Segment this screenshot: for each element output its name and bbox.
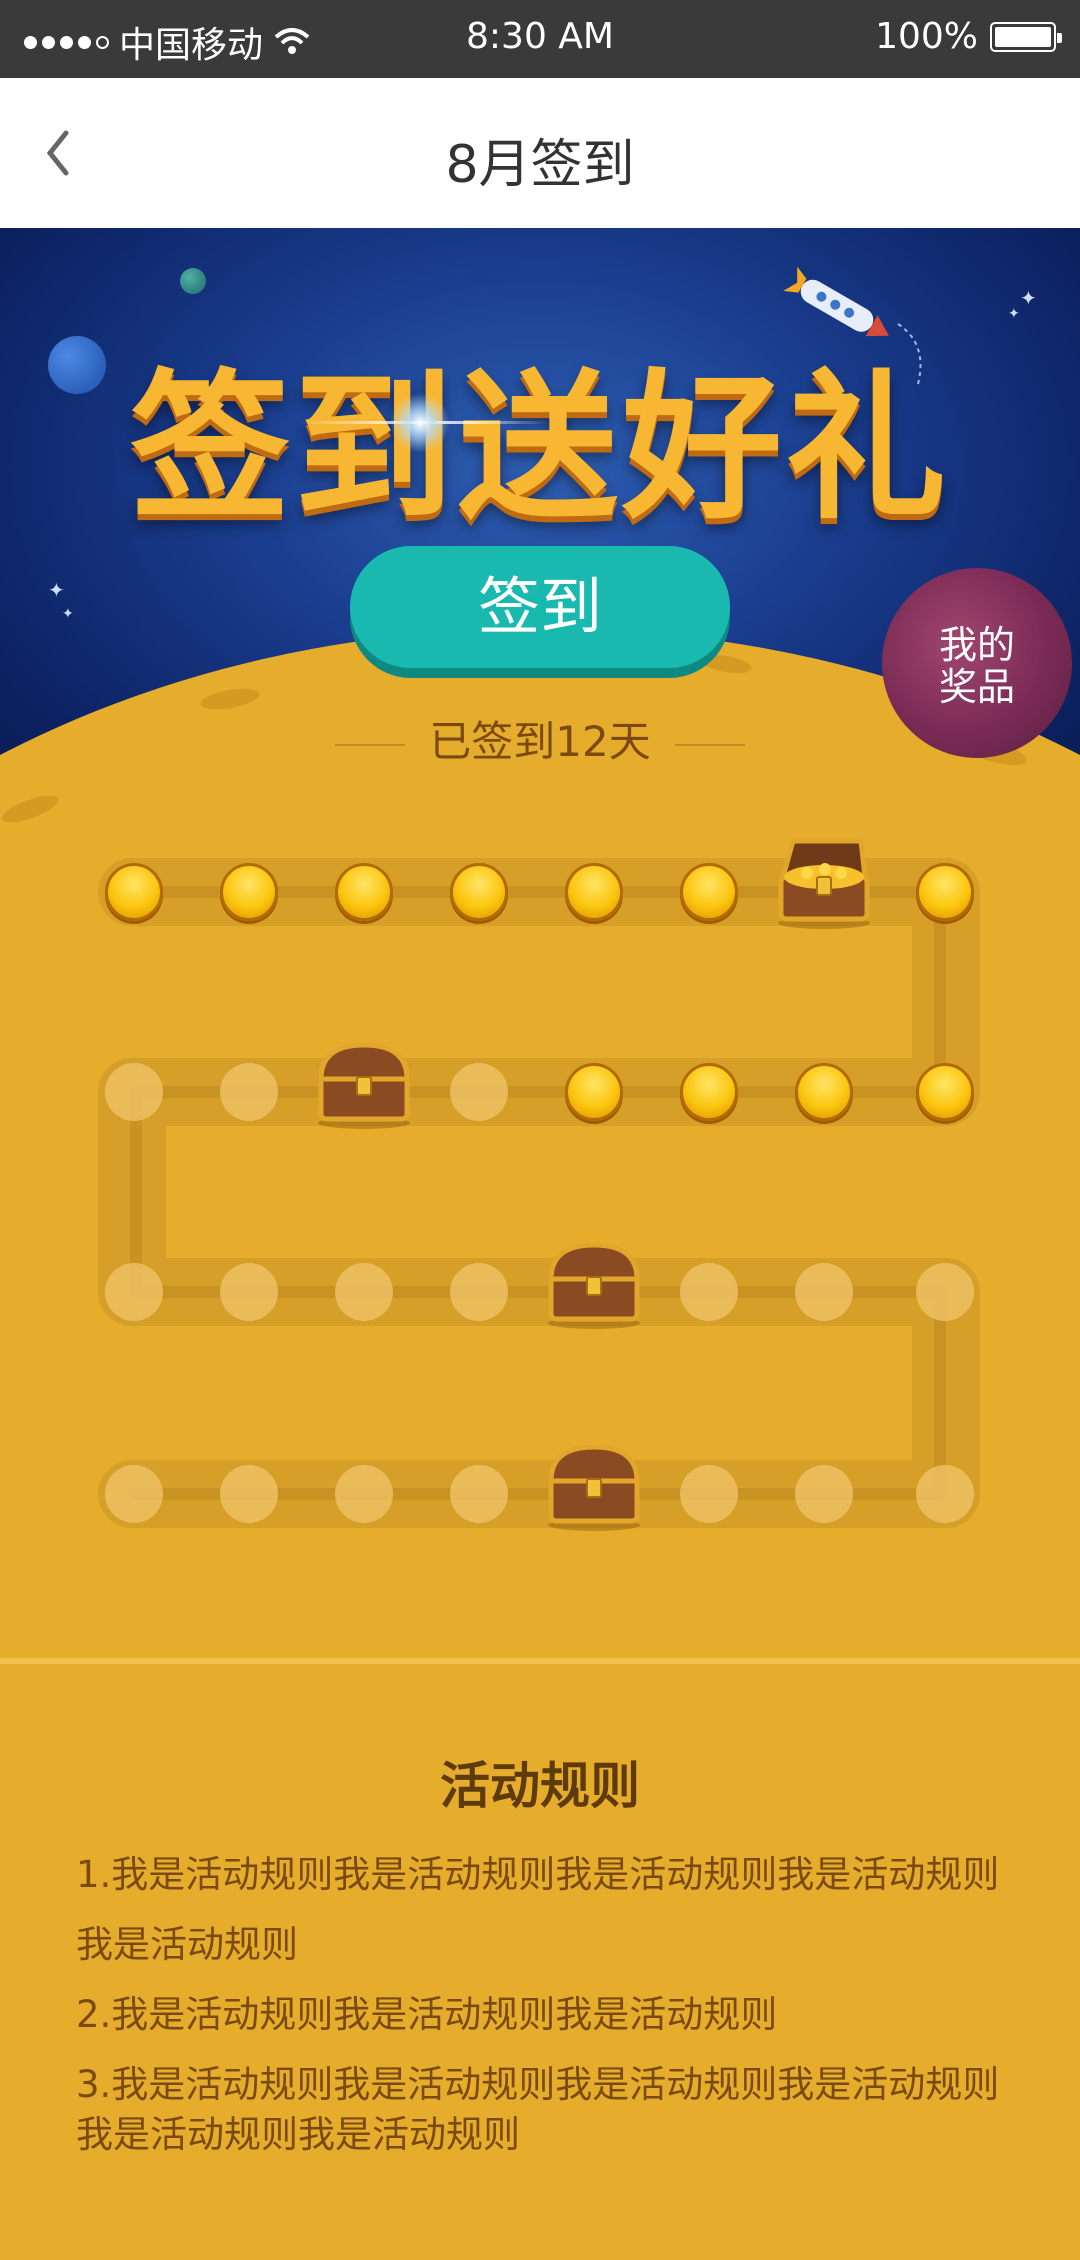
treasure-chest-icon bbox=[539, 1435, 649, 1531]
gold-coin-icon bbox=[680, 863, 738, 921]
divider-line bbox=[335, 743, 406, 746]
treasure-chest-icon bbox=[309, 1033, 419, 1129]
day-slot bbox=[105, 1063, 163, 1121]
rule-item: 1.我是活动规则我是活动规则我是活动规则我是活动规则我是活动规则 bbox=[76, 1853, 1000, 1966]
battery-percent: 100% bbox=[875, 16, 978, 57]
gold-coin-icon bbox=[335, 863, 393, 921]
section-divider bbox=[0, 1658, 1080, 1664]
banner-headline: 签到送好礼 bbox=[129, 354, 950, 541]
star-decoration: ✦ bbox=[62, 606, 74, 622]
rule-item: 3.我是活动规则我是活动规则我是活动规则我是活动规则我是活动规则我是活动规则 bbox=[76, 2063, 1000, 2156]
gold-coin-icon bbox=[795, 1063, 853, 1121]
gold-coin-icon bbox=[916, 1063, 974, 1121]
day-slot bbox=[220, 1263, 278, 1321]
sparkle-decoration bbox=[390, 393, 450, 453]
gold-coin-icon bbox=[565, 1063, 623, 1121]
nav-bar: 8月签到 bbox=[0, 78, 1080, 228]
gold-coin-icon bbox=[450, 863, 508, 921]
signed-days-text: 已签到12天 bbox=[429, 717, 651, 766]
check-in-board bbox=[0, 828, 1080, 1658]
rule-item: 2.我是活动规则我是活动规则我是活动规则 bbox=[76, 1993, 778, 2036]
star-decoration: ✦ bbox=[1020, 286, 1037, 310]
day-slot bbox=[680, 1465, 738, 1523]
gold-coin-icon bbox=[105, 863, 163, 921]
sign-in-button[interactable]: 签到 bbox=[350, 546, 730, 668]
day-slot bbox=[105, 1465, 163, 1523]
day-slot bbox=[680, 1263, 738, 1321]
day-slot bbox=[335, 1465, 393, 1523]
star-decoration: ✦ bbox=[48, 578, 65, 602]
my-prizes-label: 我的奖品 bbox=[938, 623, 1015, 709]
day-slot bbox=[220, 1063, 278, 1121]
status-bar: 中国移动 8:30 AM 100% bbox=[0, 0, 1080, 78]
day-slot bbox=[220, 1465, 278, 1523]
gold-coin-icon bbox=[680, 1063, 738, 1121]
rules-title: 活动规则 bbox=[440, 1757, 640, 1815]
gold-coin-icon bbox=[220, 863, 278, 921]
rules-list: 1.我是活动规则我是活动规则我是活动规则我是活动规则我是活动规则 2.我是活动规… bbox=[76, 1840, 1006, 2160]
gold-coin-icon bbox=[565, 863, 623, 921]
day-slot bbox=[916, 1465, 974, 1523]
battery-info: 100% bbox=[875, 16, 1062, 57]
battery-icon bbox=[990, 21, 1062, 52]
divider-line bbox=[674, 743, 745, 746]
day-slot bbox=[450, 1063, 508, 1121]
day-slot bbox=[916, 1263, 974, 1321]
page-title: 8月签到 bbox=[445, 135, 635, 195]
day-slot bbox=[795, 1263, 853, 1321]
day-slot bbox=[335, 1263, 393, 1321]
gold-coin-icon bbox=[916, 863, 974, 921]
open-treasure-chest-icon bbox=[769, 833, 879, 929]
signed-days-count: 已签到12天 bbox=[0, 708, 1080, 769]
day-slot bbox=[450, 1263, 508, 1321]
day-slot bbox=[450, 1465, 508, 1523]
treasure-chest-icon bbox=[539, 1233, 649, 1329]
planet-decoration bbox=[180, 268, 206, 294]
day-slot bbox=[105, 1263, 163, 1321]
day-slot bbox=[795, 1465, 853, 1523]
